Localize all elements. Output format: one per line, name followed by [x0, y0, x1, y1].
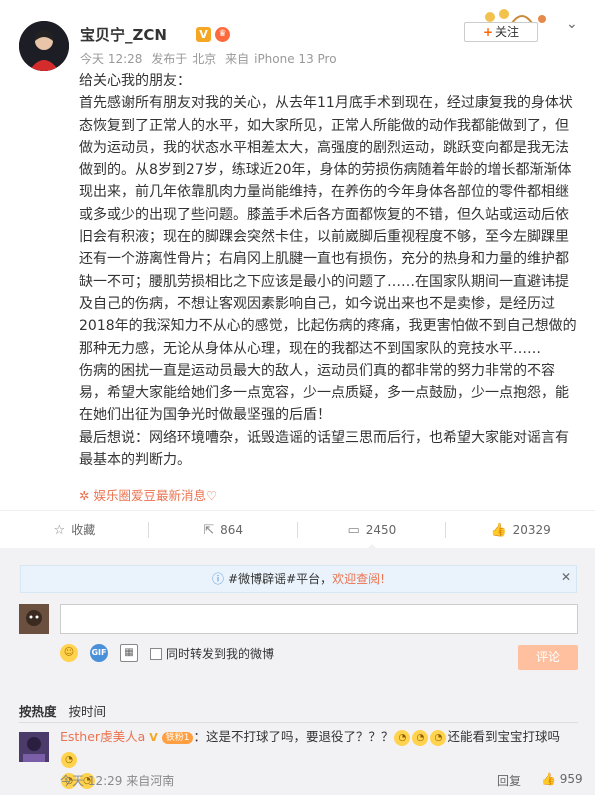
- comment-sort: 按热度 按时间: [19, 701, 106, 720]
- comment-time: 今天 12:29: [60, 774, 123, 788]
- post-location: 北京: [192, 52, 217, 66]
- topic-text: 娱乐圈爱豆最新消息♡: [93, 488, 218, 503]
- repost-button[interactable]: ⇱ 864: [149, 511, 298, 549]
- info-icon: ⓘ: [212, 572, 225, 586]
- weibo-post: 宝贝宁_ZCN V ♛ 今天 12:28 发布于 北京 来自 iPhone 13 P…: [0, 0, 595, 510]
- follow-label: 关注: [495, 25, 520, 39]
- author-name[interactable]: 宝贝宁_ZCN: [80, 24, 167, 45]
- notice-link[interactable]: 欢迎查阅!: [332, 572, 385, 586]
- comment-panel: ⓘ #微博辟谣#平台，欢迎查阅! ✕ ☺ GIF ▦ 同时转发到我的微博 评论 按…: [0, 548, 595, 795]
- post-meta: 今天 12:28 发布于 北京 来自 iPhone 13 Pro: [80, 50, 342, 67]
- repost-count: 864: [220, 522, 244, 537]
- comment-count: 2450: [365, 522, 397, 537]
- plus-icon: +: [482, 25, 494, 39]
- my-avatar: [19, 604, 49, 634]
- comment-meta: 今天 12:29 来自河南: [60, 772, 174, 789]
- sad-emoji-icon: ◔: [430, 729, 447, 746]
- favorite-button[interactable]: ☆ 收藏: [0, 511, 149, 549]
- notice-text: #微博辟谣#平台，: [228, 572, 333, 586]
- comment-icon: ▭: [347, 522, 360, 538]
- like-icon: 👍: [541, 772, 560, 786]
- vip-icon[interactable]: V: [196, 27, 211, 42]
- star-icon: ☆: [53, 522, 66, 538]
- post-content: 给关心我的朋友： 首先感谢所有朋友对我的关心，从去年11月底手术到现在，经过康复…: [79, 70, 579, 471]
- vip-icon[interactable]: V: [149, 731, 158, 744]
- close-icon[interactable]: ✕: [561, 570, 571, 584]
- comment-tools: ☺ GIF ▦ 同时转发到我的微博: [60, 644, 274, 662]
- content-paragraph: 伤病的困扰一直是运动员最大的敌人，运动员们真的都非常的努力非常的不容易，希望大家…: [79, 362, 569, 424]
- favorite-label: 收藏: [71, 522, 96, 537]
- source-label: 来自: [225, 52, 250, 66]
- topic-link[interactable]: ✲ 娱乐圈爱豆最新消息♡: [79, 485, 217, 504]
- emoji-icon[interactable]: ☺: [60, 644, 78, 662]
- comment-input[interactable]: [60, 604, 578, 634]
- post-device: iPhone 13 Pro: [254, 52, 337, 66]
- reply-button[interactable]: 回复: [497, 772, 521, 789]
- submit-comment-button[interactable]: 评论: [518, 645, 578, 670]
- content-paragraph: 首先感谢所有朋友对我的关心，从去年11月底手术到现在，经过康复我的身体状态恢复到…: [79, 95, 577, 357]
- repost-also-label: 同时转发到我的微博: [166, 646, 275, 661]
- crown-icon[interactable]: ♛: [215, 27, 230, 42]
- fan-badge[interactable]: 铁粉1: [161, 731, 194, 744]
- divider: [19, 722, 578, 723]
- comment-like-button[interactable]: 👍 959: [541, 772, 583, 786]
- author-badges: V ♛: [196, 27, 230, 42]
- comment-text: ：这是不打球了吗，要退役了？？？: [193, 729, 394, 744]
- gif-icon[interactable]: GIF: [90, 644, 108, 662]
- sad-emoji-icon: ◔: [412, 729, 429, 746]
- chevron-down-icon[interactable]: ⌄: [566, 16, 578, 32]
- repost-also-option[interactable]: 同时转发到我的微博: [150, 645, 274, 662]
- like-icon: 👍: [490, 522, 507, 538]
- sad-emoji-icon: ◔: [61, 751, 77, 768]
- author-avatar[interactable]: [19, 21, 69, 71]
- commenter-avatar[interactable]: [19, 732, 49, 762]
- image-icon[interactable]: ▦: [120, 644, 138, 662]
- like-count: 20329: [512, 522, 551, 537]
- comment-like-count: 959: [559, 772, 583, 786]
- topic-icon: ✲: [79, 488, 94, 503]
- repost-icon: ⇱: [203, 522, 215, 538]
- repost-also-checkbox[interactable]: [150, 648, 162, 660]
- rumor-notice: ⓘ #微博辟谣#平台，欢迎查阅!: [20, 565, 577, 593]
- post-time[interactable]: 今天 12:28: [80, 52, 142, 66]
- action-bar: ☆ 收藏 ⇱ 864 ▭ 2450 👍 20329: [0, 510, 595, 550]
- follow-button[interactable]: + 关注: [464, 22, 538, 42]
- comment-text: 还能看到宝宝打球吗: [447, 729, 560, 744]
- sort-by-time[interactable]: 按时间: [69, 701, 107, 720]
- comment-source: 来自河南: [126, 774, 175, 788]
- like-button[interactable]: 👍 20329: [446, 511, 595, 549]
- content-paragraph: 给关心我的朋友：: [79, 73, 191, 89]
- posted-in-label: 发布于: [151, 52, 188, 66]
- sad-emoji-icon: ◔: [394, 729, 411, 746]
- content-paragraph: 最后想说：网络环境嘈杂，诋毁造谣的话望三思而后行，也希望大家能对谣言有最基本的判…: [79, 429, 569, 469]
- comment-button[interactable]: ▭ 2450: [298, 511, 447, 550]
- commenter-name[interactable]: Esther虔美人a: [60, 729, 145, 744]
- sort-by-hot[interactable]: 按热度: [19, 701, 57, 720]
